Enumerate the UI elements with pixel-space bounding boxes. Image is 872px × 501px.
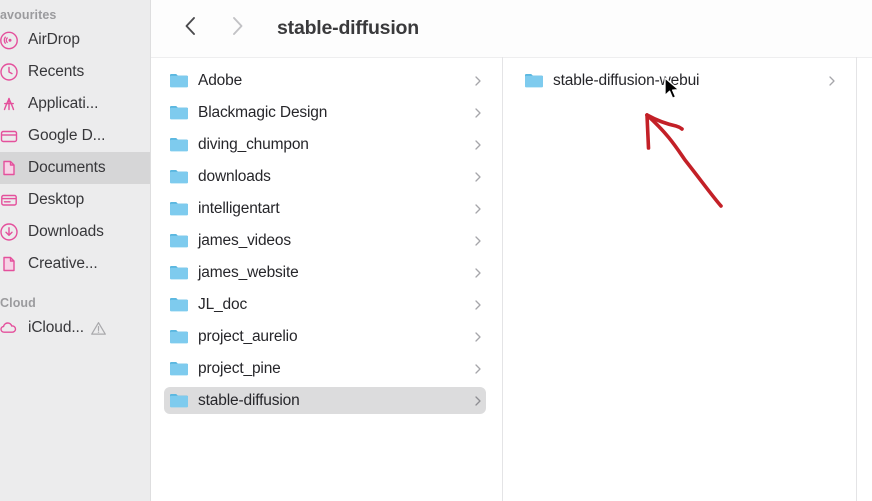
file-name-label: downloads [198,167,271,185]
sidebar-item-label: Recents [28,63,85,80]
folder-icon [169,264,189,281]
file-column-one: Adobe Blackmagic Design diving_chumpon d… [151,58,502,501]
table-row[interactable]: stable-diffusion [164,387,486,414]
table-row[interactable]: intelligentart [164,195,486,222]
file-name-label: Adobe [198,71,243,89]
table-row[interactable]: stable-diffusion-webui [519,67,840,94]
table-row[interactable]: james_videos [164,227,486,254]
folder-icon [169,232,189,249]
sidebar-section-icloud-header: Cloud [0,296,36,310]
chevron-right-icon[interactable] [472,138,484,152]
sidebar-item-label: Documents [28,159,106,176]
sidebar-item-google-drive[interactable]: Google D... [0,120,150,152]
folder-icon [169,296,189,313]
folder-icon [169,328,189,345]
page-title: stable-diffusion [277,17,419,39]
forward-button[interactable] [219,11,255,47]
sidebar-item-label: Creative... [28,255,98,272]
sidebar-item-applications[interactable]: Applicati... [0,88,150,120]
desktop-icon [0,189,20,211]
creative-cloud-folder-icon [0,253,20,275]
documents-icon [0,157,20,179]
file-name-label: stable-diffusion [198,391,300,409]
file-name-label: JL_doc [198,295,248,313]
table-row[interactable]: project_pine [164,355,486,382]
file-name-label: diving_chumpon [198,135,309,153]
folder-icon [169,136,189,153]
file-name-label: james_videos [198,231,291,249]
sidebar-item-recents[interactable]: Recents [0,56,150,88]
sidebar-item-desktop[interactable]: Desktop [0,184,150,216]
table-row[interactable]: james_website [164,259,486,286]
chevron-right-icon[interactable] [472,202,484,216]
chevron-right-icon[interactable] [472,74,484,88]
file-name-label: Blackmagic Design [198,103,328,121]
sidebar-item-label: Desktop [28,191,85,208]
applications-icon [0,93,20,115]
warning-triangle-icon [90,320,107,337]
chevron-right-icon[interactable] [472,170,484,184]
file-name-label: project_pine [198,359,281,377]
sidebar-section-favourites-header: avourites [0,8,57,22]
folder-icon [169,360,189,377]
folder-icon [524,72,544,89]
chevron-right-icon[interactable] [472,298,484,312]
table-row[interactable]: Blackmagic Design [164,99,486,126]
folder-icon [169,104,189,121]
sidebar-item-label: Applicati... [28,95,99,112]
file-name-label: james_website [198,263,299,281]
folder-icon [169,168,189,185]
file-name-label: stable-diffusion-webui [553,71,700,89]
table-row[interactable]: JL_doc [164,291,486,318]
file-column-three [857,58,872,501]
file-column-two: stable-diffusion-webui [503,58,856,501]
icloud-icon [0,317,20,339]
chevron-right-icon[interactable] [472,362,484,376]
table-row[interactable]: Adobe [164,67,486,94]
sidebar-item-documents[interactable]: Documents [0,152,150,184]
folder-icon [169,72,189,89]
sidebar: avourites AirDrop Recents Applicati... G… [0,0,150,501]
table-row[interactable]: downloads [164,163,486,190]
folder-icon [169,392,189,409]
chevron-right-icon[interactable] [472,234,484,248]
sidebar-item-label: Downloads [28,223,104,240]
chevron-right-icon[interactable] [472,106,484,120]
sidebar-scroll-area: avourites AirDrop Recents Applicati... G… [0,0,150,344]
folder-icon [169,200,189,217]
file-name-label: intelligentart [198,199,280,217]
back-button[interactable] [173,11,209,47]
chevron-right-icon[interactable] [472,330,484,344]
file-name-label: project_aurelio [198,327,298,345]
downloads-icon [0,221,20,243]
table-row[interactable]: diving_chumpon [164,131,486,158]
chevron-right-icon[interactable] [826,74,838,88]
sidebar-item-label: AirDrop [28,31,80,48]
chevron-right-icon [226,13,248,44]
airdrop-icon [0,29,20,51]
chevron-left-icon [180,13,202,44]
chevron-right-icon[interactable] [472,266,484,280]
table-row[interactable]: project_aurelio [164,323,486,350]
sidebar-item-downloads[interactable]: Downloads [0,216,150,248]
sidebar-item-label: Google D... [28,127,106,144]
sidebar-item-icloud[interactable]: iCloud... [0,312,150,344]
google-drive-folder-icon [0,125,20,147]
toolbar: stable-diffusion [151,0,872,57]
recents-clock-icon [0,61,20,83]
sidebar-item-label: iCloud... [28,319,84,336]
sidebar-item-creative-cloud[interactable]: Creative... [0,248,150,280]
sidebar-item-airdrop[interactable]: AirDrop [0,24,150,56]
sidebar-section-gap [0,280,150,294]
finder-window: avourites AirDrop Recents Applicati... G… [0,0,872,501]
chevron-right-icon[interactable] [472,394,484,408]
